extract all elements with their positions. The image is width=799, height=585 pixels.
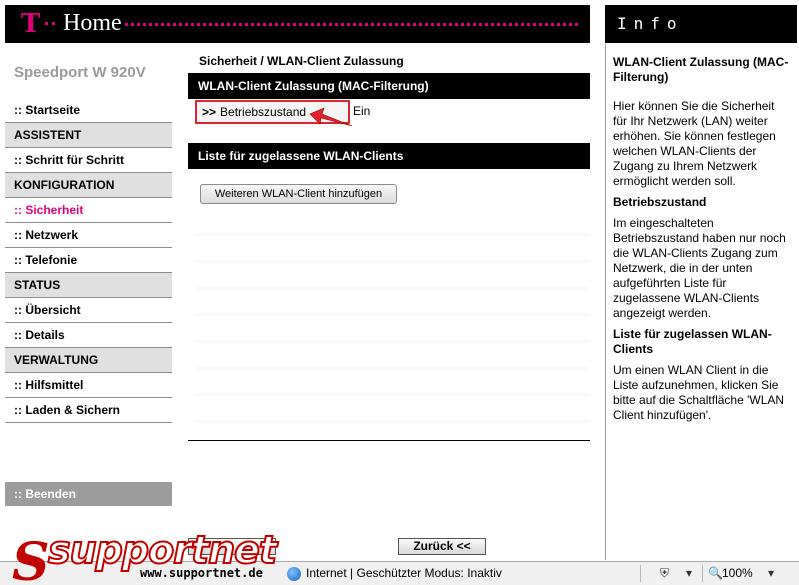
sidebar-item-sicherheit[interactable]: :: Sicherheit bbox=[5, 198, 172, 223]
info-heading-state: Betriebszustand bbox=[613, 195, 707, 209]
breadcrumb: Sicherheit / WLAN-Client Zulassung bbox=[199, 54, 404, 68]
table-row bbox=[195, 368, 590, 396]
info-text-intro: Hier können Sie die Sicherheit für Ihr N… bbox=[613, 99, 776, 188]
table-row bbox=[195, 394, 590, 422]
table-row bbox=[195, 261, 590, 289]
sidebar-item-schritt-fuer-schritt[interactable]: :: Schritt für Schritt bbox=[5, 148, 172, 173]
table-row bbox=[195, 288, 590, 316]
device-name: Speedport W 920V bbox=[14, 64, 146, 81]
sidebar-item-startseite[interactable]: :: Startseite bbox=[5, 98, 172, 123]
sidebar-item-hilfsmittel[interactable]: :: Hilfsmittel bbox=[5, 373, 172, 398]
zoom-icon: 🔍 bbox=[708, 566, 723, 580]
security-zone[interactable]: Internet | Geschützter Modus: Inaktiv bbox=[288, 566, 502, 580]
add-wlan-client-button[interactable]: Weiteren WLAN-Client hinzufügen bbox=[200, 184, 397, 204]
back-button[interactable]: Zurück << bbox=[398, 538, 486, 555]
section-title-client-list: Liste für zugelassene WLAN-Clients bbox=[188, 143, 590, 169]
info-text-client-list: Um einen WLAN Client in die Liste aufzun… bbox=[613, 363, 785, 422]
state-value: Ein bbox=[353, 104, 371, 118]
sidebar-item-details[interactable]: :: Details bbox=[5, 323, 172, 348]
info-text-state: Im eingeschalteten Betriebszustand haben… bbox=[613, 216, 786, 320]
zoom-level[interactable]: 100% bbox=[722, 566, 753, 580]
info-header-title: Info bbox=[617, 14, 684, 33]
section-title-mac-filter: WLAN-Client Zulassung (MAC-Filterung) bbox=[188, 73, 590, 99]
sidebar-item-telefonie[interactable]: :: Telefonie bbox=[5, 248, 172, 273]
client-table-blurred bbox=[195, 208, 590, 422]
security-zone-label: Internet | Geschützter Modus: Inaktiv bbox=[306, 566, 502, 580]
info-panel: WLAN-Client Zulassung (MAC-Filterung) Hi… bbox=[605, 44, 797, 560]
supportnet-s-logo: S bbox=[12, 532, 50, 585]
sidebar-item-netzwerk[interactable]: :: Netzwerk bbox=[5, 223, 172, 248]
main-content: Sicherheit / WLAN-Client Zulassung WLAN-… bbox=[188, 44, 590, 560]
browser-status-bar: S supportnet www.supportnet.de Internet … bbox=[0, 527, 799, 585]
info-heading-mac-filter: WLAN-Client Zulassung (MAC-Filterung) bbox=[613, 55, 789, 84]
content-divider bbox=[188, 440, 590, 441]
header-dots-left bbox=[45, 22, 55, 25]
shield-icon[interactable]: ⛨ bbox=[660, 566, 669, 581]
header-bar: T Home bbox=[5, 5, 590, 43]
sidebar: Speedport W 920V :: Startseite ASSISTENT… bbox=[5, 44, 172, 560]
state-label: Betriebszustand bbox=[220, 105, 307, 119]
watermark-url: www.supportnet.de bbox=[140, 566, 263, 580]
table-row bbox=[195, 314, 590, 342]
table-row bbox=[195, 208, 590, 236]
telekom-logo: T bbox=[21, 9, 41, 39]
table-row bbox=[195, 341, 590, 369]
sidebar-section-verwaltung: VERWALTUNG bbox=[5, 348, 172, 373]
highlight-arrow-icon bbox=[309, 107, 353, 127]
state-prefix: >> bbox=[202, 105, 217, 119]
header-title: Home bbox=[63, 10, 122, 36]
status-separator bbox=[702, 565, 703, 582]
sidebar-item-uebersicht[interactable]: :: Übersicht bbox=[5, 298, 172, 323]
info-heading-client-list: Liste für zugelassen WLAN-Clients bbox=[613, 327, 772, 356]
sidebar-section-status: STATUS bbox=[5, 273, 172, 298]
header-dots-right bbox=[125, 23, 578, 26]
sidebar-item-laden-sichern[interactable]: :: Laden & Sichern bbox=[5, 398, 172, 423]
sidebar-section-assistent: ASSISTENT bbox=[5, 123, 172, 148]
sidebar-section-konfiguration: KONFIGURATION bbox=[5, 173, 172, 198]
table-row bbox=[195, 234, 590, 262]
info-header: Info bbox=[605, 5, 797, 43]
logout-button[interactable]: :: Beenden bbox=[5, 482, 172, 506]
zoom-chevron-down-icon[interactable]: ▾ bbox=[768, 566, 774, 580]
status-separator bbox=[640, 565, 641, 582]
chevron-down-icon[interactable]: ▾ bbox=[686, 566, 692, 580]
